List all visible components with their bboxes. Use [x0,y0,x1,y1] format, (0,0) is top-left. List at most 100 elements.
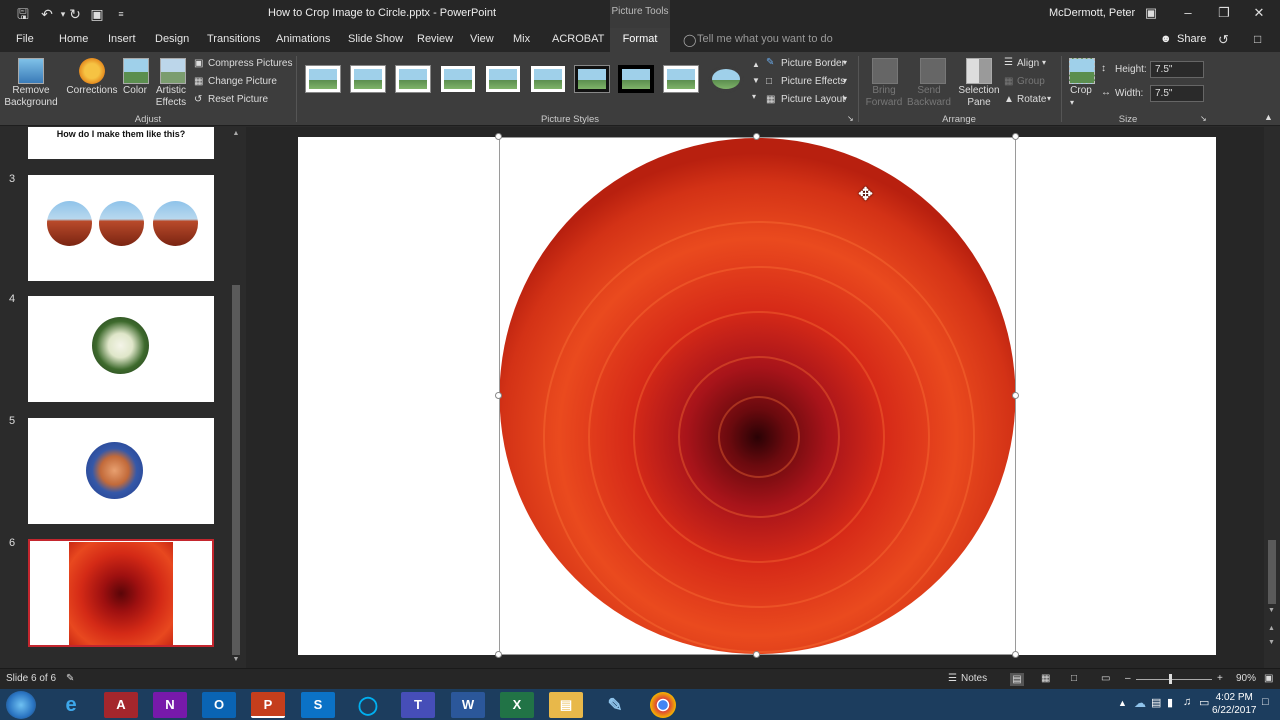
tab-file[interactable]: File [16,33,34,45]
bring-forward-button[interactable]: Bring Forward [860,85,908,109]
crop-button[interactable]: Crop [1064,85,1098,97]
scroll-up-icon[interactable]: ▲ [231,130,241,140]
gallery-down-icon[interactable]: ▼ [752,76,760,85]
access-icon[interactable]: A [104,692,138,718]
reading-view-icon[interactable]: □ [1071,673,1077,684]
tab-mix[interactable]: Mix [513,33,530,45]
notepad-icon[interactable]: ✎ [598,692,632,718]
customize-qat-icon[interactable]: ≡ [112,5,130,23]
resize-handle-top-left[interactable] [495,133,502,140]
tab-acrobat[interactable]: ACROBAT [552,33,604,45]
comments-icon[interactable]: □ [1254,32,1261,46]
file-explorer-icon[interactable]: ▤ [549,692,583,718]
tab-animations[interactable]: Animations [276,33,330,45]
picture-style-beveled[interactable] [350,65,386,93]
save-icon[interactable]: 🖫 [14,5,32,23]
maximize-icon[interactable]: ❐ [1209,4,1239,22]
corrections-button[interactable]: Corrections [64,85,120,97]
tab-review[interactable]: Review [417,33,453,45]
scroll-down-icon[interactable]: ▼ [231,656,241,666]
share-button[interactable]: Share [1177,33,1206,45]
rotate-dropdown-icon[interactable]: ▾ [1047,94,1051,103]
internet-explorer-icon[interactable]: e [54,692,88,718]
picture-border-button[interactable]: Picture Border [781,58,845,69]
scroll-down-icon[interactable]: ▼ [1268,607,1275,614]
zoom-slider-track[interactable] [1136,679,1212,680]
picture-style-rounded[interactable] [440,65,476,93]
tell-me-search[interactable]: Tell me what you want to do [697,33,833,45]
volume-icon[interactable]: ♫ [1183,696,1191,708]
slide-thumbnail-5[interactable] [28,418,214,524]
slide-thumbnail-2[interactable]: How do I make them like this? [28,127,214,159]
height-input[interactable]: 7.5" [1150,61,1204,78]
onedrive-icon[interactable]: ☁ [1134,696,1146,710]
thumbnail-scroll-thumb[interactable] [232,285,240,655]
send-backward-button[interactable]: Send Backward [904,85,954,109]
remove-background-button[interactable]: Remove Background [2,85,60,109]
picture-effects-dropdown-icon[interactable]: ▾ [843,76,847,85]
resize-handle-left[interactable] [495,392,502,399]
next-slide-icon[interactable]: ▼ [1268,639,1275,646]
fit-to-window-icon[interactable]: ▣ [1264,673,1273,684]
slide-sorter-icon[interactable]: ▦ [1041,673,1050,684]
picture-style-white-frame[interactable] [663,65,699,93]
tab-home[interactable]: Home [59,33,88,45]
tab-design[interactable]: Design [155,33,189,45]
outlook-icon[interactable]: O [202,692,236,718]
zoom-level[interactable]: 90% [1236,673,1256,684]
powerpoint-icon[interactable]: P [251,692,285,718]
picture-layout-dropdown-icon[interactable]: ▾ [843,94,847,103]
slide-thumbnail-6-selected[interactable] [28,539,214,647]
rotate-button[interactable]: Rotate [1017,94,1046,105]
zoom-out-icon[interactable]: – [1125,673,1131,684]
normal-view-icon[interactable]: ▤ [1010,673,1024,686]
slide-show-icon[interactable]: ▭ [1101,673,1110,684]
slide-thumbnail-3[interactable] [28,175,214,281]
resize-handle-bottom-left[interactable] [495,651,502,658]
slide-scroll-thumb[interactable] [1268,540,1276,604]
picture-style-oval[interactable] [708,65,744,93]
tab-view[interactable]: View [470,33,494,45]
picture-layout-button[interactable]: Picture Layout [781,94,845,105]
tab-slide-show[interactable]: Slide Show [348,33,403,45]
sharepoint-icon[interactable]: S [301,692,335,718]
start-from-beginning-icon[interactable]: ▣ [88,5,106,23]
resize-handle-bottom[interactable] [753,651,760,658]
reset-picture-button[interactable]: Reset Picture [208,94,268,105]
zoom-in-icon[interactable]: + [1217,673,1223,684]
word-icon[interactable]: W [451,692,485,718]
picture-effects-button[interactable]: Picture Effects [781,76,845,87]
resize-handle-right[interactable] [1012,392,1019,399]
show-hidden-icons[interactable]: ▲ [1118,698,1127,708]
previous-slide-icon[interactable]: ▲ [1268,625,1275,632]
tab-transitions[interactable]: Transitions [207,33,260,45]
notes-button[interactable]: Notes [961,673,987,684]
teams-icon[interactable]: T [401,692,435,718]
spellcheck-icon[interactable]: ✎ [66,673,74,684]
close-icon[interactable]: ✕ [1244,4,1274,22]
width-input[interactable]: 7.5" [1150,85,1204,102]
battery-icon[interactable]: ▭ [1199,696,1209,709]
gallery-up-icon[interactable]: ▲ [752,60,760,69]
history-icon[interactable]: ↺ [1218,32,1229,48]
picture-styles-launcher-icon[interactable]: ↘ [847,114,854,123]
size-launcher-icon[interactable]: ↘ [1200,114,1207,123]
onenote-icon[interactable]: N [153,692,187,718]
skype-icon[interactable]: ◯ [351,692,385,718]
slide-scrollbar[interactable]: ▼ ▲ ▼ [1265,127,1280,668]
collapse-ribbon-icon[interactable]: ▲ [1264,112,1273,122]
picture-style-black-frame[interactable] [574,65,610,93]
zoom-slider-thumb[interactable] [1169,674,1172,684]
thumbnail-scrollbar[interactable]: ▲ ▼ [231,130,241,666]
group-button[interactable]: Group [1017,76,1045,87]
picture-style-thick-black[interactable] [618,65,654,93]
minimize-icon[interactable]: – [1173,4,1203,22]
redo-icon[interactable]: ↻ [66,5,84,23]
signal-icon[interactable]: ▮ [1167,696,1173,709]
compress-pictures-button[interactable]: Compress Pictures [208,58,292,69]
color-button[interactable]: Color [118,85,152,97]
user-name[interactable]: McDermott, Peter [1049,7,1135,19]
resize-handle-top-right[interactable] [1012,133,1019,140]
picture-style-reflected[interactable] [530,65,566,93]
picture-border-dropdown-icon[interactable]: ▾ [843,58,847,67]
